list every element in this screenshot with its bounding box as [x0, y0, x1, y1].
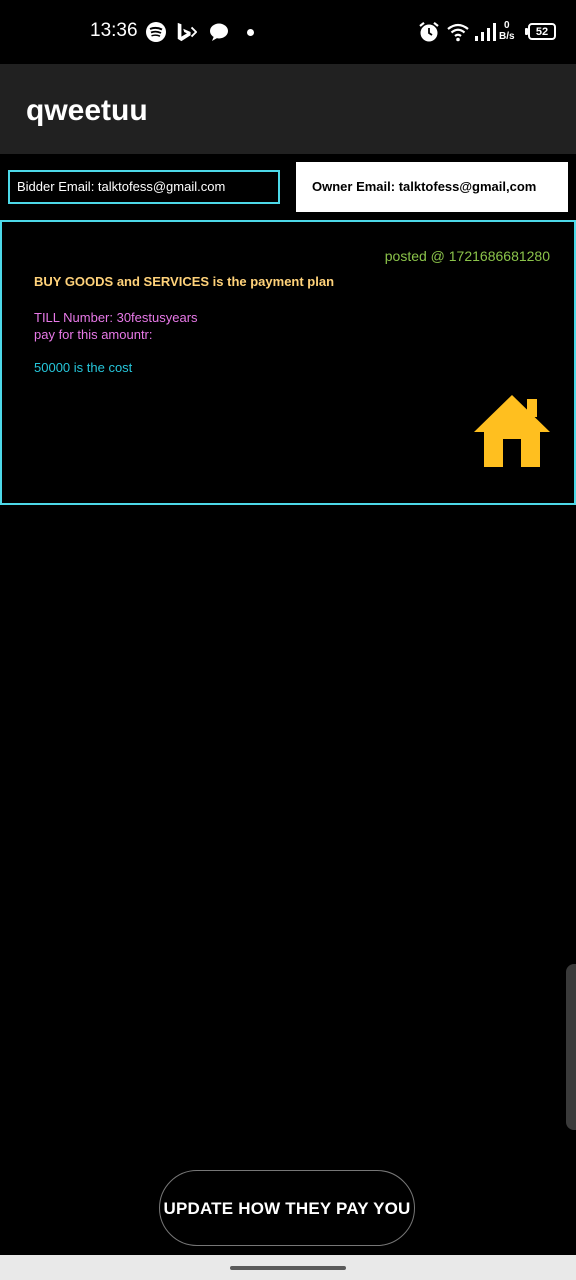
posted-timestamp: posted @ 1721686681280 [384, 248, 550, 264]
till-info: TILL Number: 30festusyears pay for this … [34, 309, 198, 343]
chat-icon [208, 20, 230, 44]
payment-plan-card: posted @ 1721686681280 BUY GOODS and SER… [0, 220, 576, 505]
edge-panel-handle[interactable] [566, 964, 576, 1130]
navigation-bar [0, 1255, 576, 1280]
gesture-handle[interactable] [230, 1266, 346, 1270]
owner-email-field[interactable]: Owner Email: talktofess@gmail,com [296, 162, 568, 212]
update-payment-button[interactable]: UPDATE HOW THEY PAY YOU [159, 1170, 415, 1246]
bidder-email-field[interactable]: Bidder Email: talktofess@gmail.com [8, 170, 280, 204]
spotify-icon [145, 20, 167, 44]
bing-icon [175, 20, 197, 44]
cost-text: 50000 is the cost [34, 360, 133, 375]
app-bar: qweetuu [0, 64, 576, 154]
notification-dot [247, 29, 254, 36]
till-number: TILL Number: 30festusyears [34, 310, 198, 325]
alarm-icon [418, 20, 440, 44]
signal-icon [474, 20, 498, 44]
home-icon[interactable] [472, 392, 552, 470]
network-speed: 0 B/s [499, 20, 515, 42]
payment-plan-text: BUY GOODS and SERVICES is the payment pl… [34, 274, 335, 289]
status-bar: 13:36 0 B/s 52 [0, 0, 576, 64]
pay-amount-label: pay for this amountr: [34, 327, 153, 342]
wifi-icon [446, 20, 470, 44]
battery-indicator: 52 [525, 23, 556, 40]
status-time: 13:36 [90, 20, 138, 41]
app-title: qweetuu [26, 94, 148, 127]
